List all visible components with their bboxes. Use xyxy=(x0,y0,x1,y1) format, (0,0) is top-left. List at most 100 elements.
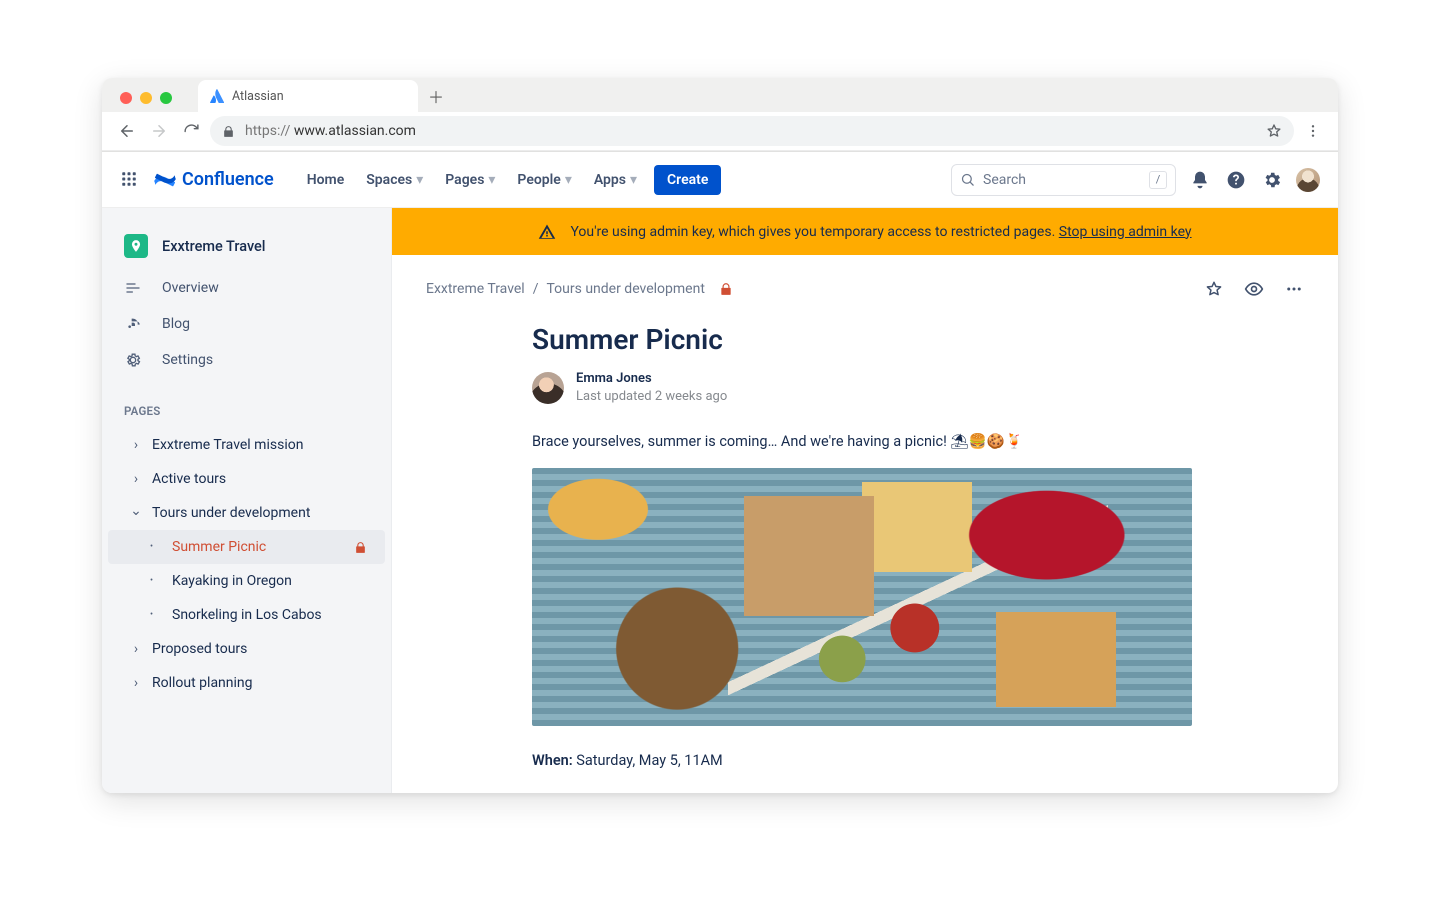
tree-item-snorkeling[interactable]: • Snorkeling in Los Cabos xyxy=(102,598,391,632)
author-name[interactable]: Emma Jones xyxy=(576,370,727,388)
profile-avatar[interactable] xyxy=(1296,168,1320,192)
app-switcher-button[interactable] xyxy=(120,170,140,190)
arrow-right-icon xyxy=(150,122,168,140)
browser-toolbar: https:// www.atlassian.com xyxy=(102,112,1338,151)
bullet-icon: • xyxy=(150,543,162,552)
watch-button[interactable] xyxy=(1244,279,1264,299)
address-bar[interactable]: https:// www.atlassian.com xyxy=(210,116,1294,146)
tab-title: Atlassian xyxy=(232,89,284,104)
browser-tab-active[interactable]: Atlassian xyxy=(198,80,418,112)
when-value: Saturday, May 5, 11AM xyxy=(573,752,723,769)
lock-icon xyxy=(354,541,375,554)
confluence-icon xyxy=(154,169,176,191)
tree-item-mission[interactable]: › Exxtreme Travel mission xyxy=(102,428,391,462)
reload-icon xyxy=(183,123,200,140)
star-outline-icon xyxy=(1205,280,1223,298)
tree-item-proposed[interactable]: › Proposed tours xyxy=(102,632,391,666)
meatball-icon xyxy=(1285,280,1303,298)
tree-item-tours-dev[interactable]: ⌄ Tours under development xyxy=(102,496,391,530)
chevron-down-icon: ▾ xyxy=(488,172,495,188)
chevron-right-icon: › xyxy=(130,641,142,657)
gear-icon xyxy=(124,352,142,368)
crumb-parent[interactable]: Tours under development xyxy=(547,281,705,297)
admin-key-banner: You're using admin key, which gives you … xyxy=(392,208,1338,255)
browser-menu-button[interactable] xyxy=(1300,118,1326,144)
tree-item-kayaking[interactable]: • Kayaking in Oregon xyxy=(102,564,391,598)
space-header[interactable]: Exxtreme Travel xyxy=(102,234,391,270)
favorite-button[interactable] xyxy=(1204,279,1224,299)
content-scroll[interactable]: Exxtreme Travel / Tours under developmen… xyxy=(392,255,1338,793)
url-text: https:// www.atlassian.com xyxy=(245,123,416,139)
article: Summer Picnic Emma Jones Last updated 2 … xyxy=(532,323,1192,769)
maximize-window-button[interactable] xyxy=(160,92,172,104)
nav-people[interactable]: People▾ xyxy=(508,166,580,194)
intro-paragraph: Brace yourselves, summer is coming… And … xyxy=(532,433,1192,450)
map-pin-icon xyxy=(129,239,143,253)
stop-admin-key-link[interactable]: Stop using admin key xyxy=(1059,224,1192,240)
browser-chrome: Atlassian ＋ https:// www.atlassian.com xyxy=(102,78,1338,152)
bookmark-button[interactable] xyxy=(1266,123,1282,139)
more-actions-button[interactable] xyxy=(1284,279,1304,299)
tree-item-summer-picnic[interactable]: • Summer Picnic xyxy=(108,530,385,564)
help-icon xyxy=(1226,170,1246,190)
window-controls xyxy=(112,92,180,112)
pages-heading: PAGES xyxy=(102,378,391,428)
chevron-right-icon: › xyxy=(130,471,142,487)
arrow-left-icon xyxy=(118,122,136,140)
nav-pages[interactable]: Pages▾ xyxy=(436,166,504,194)
breadcrumb: Exxtreme Travel / Tours under developmen… xyxy=(426,279,1304,299)
sidebar-settings[interactable]: Settings xyxy=(102,342,391,378)
sidebar-overview[interactable]: Overview xyxy=(102,270,391,306)
minimize-window-button[interactable] xyxy=(140,92,152,104)
search-icon xyxy=(960,172,975,187)
forward-button[interactable] xyxy=(146,118,172,144)
app-body: Exxtreme Travel Overview Blog Settings P… xyxy=(102,208,1338,793)
primary-nav: Home Spaces▾ Pages▾ People▾ Apps▾ Create xyxy=(298,165,722,195)
browser-window: Atlassian ＋ https:// www.atlassian.com xyxy=(102,78,1338,793)
search-input[interactable]: Search / xyxy=(951,164,1176,196)
close-window-button[interactable] xyxy=(120,92,132,104)
blog-icon xyxy=(124,316,142,332)
sidebar-blog[interactable]: Blog xyxy=(102,306,391,342)
sidebar: Exxtreme Travel Overview Blog Settings P… xyxy=(102,208,392,793)
bullet-icon: • xyxy=(150,611,162,620)
lock-icon xyxy=(719,282,733,296)
tab-strip: Atlassian ＋ xyxy=(102,78,1338,112)
chevron-right-icon: › xyxy=(130,675,142,691)
main-content: You're using admin key, which gives you … xyxy=(392,208,1338,793)
header-right: Search / xyxy=(951,164,1320,196)
nav-home[interactable]: Home xyxy=(298,166,354,194)
nav-spaces[interactable]: Spaces▾ xyxy=(357,166,432,194)
last-updated: Last updated 2 weeks ago xyxy=(576,388,727,406)
create-button[interactable]: Create xyxy=(654,165,721,195)
lock-icon xyxy=(222,125,235,138)
app-header: Confluence Home Spaces▾ Pages▾ People▾ A… xyxy=(102,152,1338,208)
chevron-down-icon: ▾ xyxy=(416,172,423,188)
author-avatar[interactable] xyxy=(532,372,564,404)
app-container: Confluence Home Spaces▾ Pages▾ People▾ A… xyxy=(102,152,1338,793)
help-button[interactable] xyxy=(1224,168,1248,192)
page-actions xyxy=(1204,279,1304,299)
app-grid-icon xyxy=(120,170,138,188)
tree-item-rollout[interactable]: › Rollout planning xyxy=(102,666,391,700)
back-button[interactable] xyxy=(114,118,140,144)
nav-apps[interactable]: Apps▾ xyxy=(585,166,646,194)
notifications-button[interactable] xyxy=(1188,168,1212,192)
page-tree: › Exxtreme Travel mission › Active tours… xyxy=(102,428,391,700)
page-title: Summer Picnic xyxy=(532,323,1192,356)
product-logo[interactable]: Confluence xyxy=(154,169,274,191)
bullet-icon: • xyxy=(150,577,162,586)
settings-button[interactable] xyxy=(1260,168,1284,192)
byline-text: Emma Jones Last updated 2 weeks ago xyxy=(576,370,727,405)
reload-button[interactable] xyxy=(178,118,204,144)
gear-icon xyxy=(1262,170,1282,190)
crumb-space[interactable]: Exxtreme Travel xyxy=(426,281,525,297)
new-tab-button[interactable]: ＋ xyxy=(422,82,450,110)
tree-item-active-tours[interactable]: › Active tours xyxy=(102,462,391,496)
star-outline-icon xyxy=(1266,123,1282,139)
product-name: Confluence xyxy=(182,169,274,190)
overview-icon xyxy=(124,280,142,296)
banner-text: You're using admin key, which gives you … xyxy=(570,224,1191,240)
atlassian-favicon-icon xyxy=(210,89,224,103)
when-label: When: xyxy=(532,752,573,769)
